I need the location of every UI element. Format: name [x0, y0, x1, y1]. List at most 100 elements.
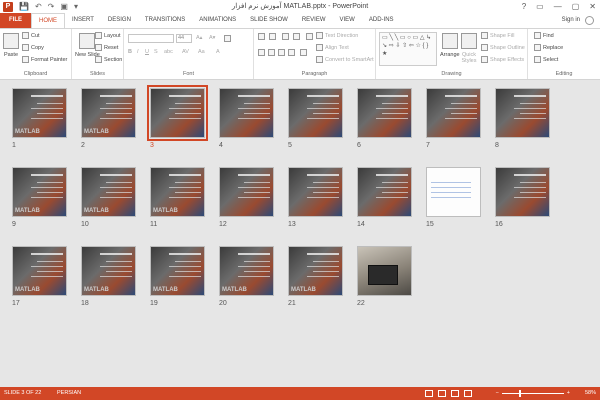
line-spacing-button[interactable] — [306, 33, 313, 40]
zoom-in-button[interactable]: + — [567, 387, 570, 400]
underline-button[interactable]: U — [145, 49, 149, 55]
slide-thumbnail[interactable] — [357, 88, 412, 138]
slide-thumbnail[interactable] — [288, 88, 343, 138]
bullets-button[interactable] — [258, 33, 265, 40]
slide-show-view-icon[interactable] — [464, 390, 472, 397]
shrink-font-button[interactable]: A▾ — [209, 35, 215, 41]
slide-thumbnail[interactable] — [147, 85, 208, 141]
slide-logo-text: MATLAB — [153, 287, 178, 293]
slide-thumbnail[interactable] — [357, 167, 412, 217]
change-case-button[interactable]: Aa — [198, 49, 205, 55]
justify-icon — [288, 49, 295, 56]
zoom-thumb[interactable] — [518, 390, 521, 397]
tab-file[interactable]: FILE — [0, 13, 31, 28]
paste-button[interactable]: Paste — [3, 33, 19, 58]
slide-thumbnail[interactable] — [357, 246, 412, 296]
columns-button[interactable] — [300, 49, 307, 56]
tab-insert[interactable]: INSERT — [65, 13, 101, 28]
shape-effects-button[interactable]: Shape Effects — [481, 56, 524, 63]
tab-slide-show[interactable]: SLIDE SHOW — [243, 13, 295, 28]
font-size-combo[interactable]: 44 — [176, 34, 192, 43]
layout-button[interactable]: Layout — [95, 32, 121, 39]
restore-button[interactable]: ▢ — [572, 0, 580, 13]
clear-formatting-button[interactable] — [224, 35, 231, 42]
italic-button[interactable]: I — [137, 49, 139, 55]
shapes-gallery[interactable]: ▭ ╲ ╲ ▭ ○ ▭ △ ↳ ↘ ⇨ ⇩ ⇧ ⇦ ☆ { } ★ — [379, 32, 437, 66]
slide-thumbnail[interactable]: MATLAB — [150, 167, 205, 217]
redo-icon[interactable]: ↷ — [48, 0, 55, 13]
character-spacing-button[interactable]: AV — [182, 49, 189, 55]
slide-thumbnail[interactable] — [426, 88, 481, 138]
zoom-percent[interactable]: 58% — [585, 387, 596, 400]
slide-thumbnail[interactable]: MATLAB — [12, 246, 67, 296]
language-indicator[interactable]: PERSIAN — [57, 387, 81, 400]
zoom-out-button[interactable]: − — [496, 387, 499, 400]
find-button[interactable]: Find — [534, 32, 554, 39]
slide-number: 9 — [12, 221, 16, 228]
strikethrough-button[interactable]: abc — [164, 49, 173, 55]
decrease-indent-button[interactable] — [282, 33, 289, 40]
slide-thumbnail[interactable]: MATLAB — [12, 167, 67, 217]
convert-smartart-button[interactable]: Convert to SmartArt — [316, 56, 374, 63]
slide-thumbnail[interactable]: MATLAB — [12, 88, 67, 138]
shape-outline-button[interactable]: Shape Outline — [481, 44, 525, 51]
customize-qat-icon[interactable]: ▾ — [74, 0, 78, 13]
slide-thumbnail[interactable] — [495, 88, 550, 138]
zoom-track[interactable] — [501, 390, 564, 397]
slide-thumbnail[interactable]: MATLAB — [81, 246, 136, 296]
select-button[interactable]: Select — [534, 56, 558, 63]
text-direction-button[interactable]: Text Direction — [316, 32, 358, 39]
slide-thumbnail[interactable] — [219, 88, 274, 138]
copy-button[interactable]: Copy — [22, 44, 44, 51]
center-button[interactable] — [268, 49, 275, 56]
font-name-combo[interactable] — [128, 34, 174, 43]
quick-styles-button[interactable]: Quick Styles — [460, 33, 478, 64]
tab-design[interactable]: DESIGN — [101, 13, 138, 28]
sign-in-link[interactable]: Sign in — [562, 13, 580, 28]
ribbon-display-options-button[interactable]: ▭ — [536, 0, 544, 13]
format-painter-button[interactable]: Format Painter — [22, 56, 67, 63]
tab-review[interactable]: REVIEW — [295, 13, 333, 28]
tab-view[interactable]: VIEW — [333, 13, 362, 28]
help-button[interactable]: ? — [522, 0, 526, 13]
slide-thumbnail[interactable]: MATLAB — [81, 88, 136, 138]
slide-sorter-view-icon[interactable] — [438, 390, 446, 397]
cut-button[interactable]: Cut — [22, 32, 40, 39]
feedback-smiley-icon[interactable] — [585, 16, 594, 25]
reset-button[interactable]: Reset — [95, 44, 118, 51]
increase-indent-button[interactable] — [293, 33, 300, 40]
slide-thumbnail[interactable]: MATLAB — [150, 246, 205, 296]
start-from-beginning-icon[interactable]: ▣ — [60, 0, 68, 13]
reading-view-icon[interactable] — [451, 390, 459, 397]
normal-view-icon[interactable] — [425, 390, 433, 397]
slide-thumbnail[interactable] — [288, 167, 343, 217]
slide-thumbnail[interactable] — [495, 167, 550, 217]
minimize-button[interactable]: — — [554, 0, 562, 13]
tab-transitions[interactable]: TRANSITIONS — [138, 13, 192, 28]
tab-home[interactable]: HOME — [31, 13, 65, 28]
align-right-button[interactable] — [278, 49, 285, 56]
shadow-button[interactable]: S — [154, 49, 158, 55]
slide-thumbnail[interactable]: MATLAB — [81, 167, 136, 217]
align-left-button[interactable] — [258, 49, 265, 56]
save-icon[interactable]: 💾 — [19, 0, 29, 13]
bold-button[interactable]: B — [128, 49, 132, 55]
tab-animations[interactable]: ANIMATIONS — [192, 13, 243, 28]
section-button[interactable]: Section — [95, 56, 122, 63]
justify-button[interactable] — [288, 49, 295, 56]
close-button[interactable]: ✕ — [589, 0, 596, 13]
font-color-button[interactable]: A — [216, 49, 220, 55]
replace-button[interactable]: Replace — [534, 44, 563, 51]
tab-add-ins[interactable]: ADD-INS — [362, 13, 401, 28]
shape-fill-button[interactable]: Shape Fill — [481, 32, 514, 39]
undo-icon[interactable]: ↶ — [35, 0, 42, 13]
arrange-button[interactable]: Arrange — [440, 33, 460, 58]
zoom-slider[interactable]: − + — [496, 387, 570, 400]
align-text-button[interactable]: Align Text — [316, 44, 349, 51]
slide-thumbnail[interactable] — [426, 167, 481, 217]
slide-thumbnail[interactable]: MATLAB — [219, 246, 274, 296]
numbering-button[interactable] — [269, 33, 276, 40]
slide-thumbnail[interactable]: MATLAB — [288, 246, 343, 296]
grow-font-button[interactable]: A▴ — [196, 35, 202, 41]
slide-thumbnail[interactable] — [219, 167, 274, 217]
